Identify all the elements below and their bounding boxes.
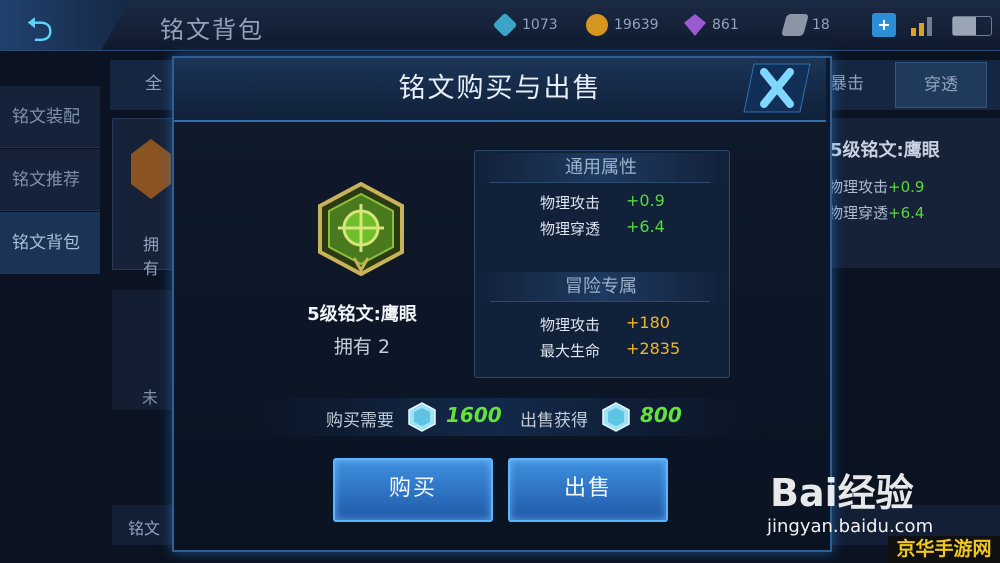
sidebar-item-rune-bag[interactable]: 铭文背包 [0, 212, 100, 274]
stat-name: 物理攻击 [540, 194, 601, 212]
baidu-watermark: Bai经验 [770, 471, 914, 515]
card-owned-label: 拥有 [143, 235, 160, 278]
rune-detail-panel: 5级铭文:鹰眼 物理攻击+0.9 物理穿透+6.4 [828, 118, 1000, 268]
ticket-counter: 18 [781, 12, 830, 38]
stat-value: +6.4 [626, 217, 665, 236]
add-resource-button[interactable]: + [872, 13, 896, 37]
watermark-url: jingyan.baidu.com [767, 516, 934, 537]
tab-crit[interactable]: 暴击 [830, 62, 864, 106]
ticket-count: 18 [812, 17, 830, 33]
crystal-icon [408, 402, 436, 432]
page-title: 铭文背包 [160, 16, 264, 44]
site-watermark: 京华手游网 [888, 536, 1000, 563]
signal-icon [911, 17, 932, 36]
gold-count: 19639 [614, 17, 659, 33]
detail-rune-name: 5级铭文:鹰眼 [830, 140, 940, 161]
tab-penetration[interactable]: 穿透 [895, 62, 987, 108]
crystal-icon [492, 12, 518, 38]
stat-value: +2835 [626, 339, 681, 358]
general-stats-heading: 通用属性 [476, 153, 726, 183]
gold-counter: 19639 [586, 12, 659, 38]
crystal-count: 1073 [522, 17, 558, 33]
stat-name: 最大生命 [540, 342, 601, 360]
stat-name: 物理攻击 [540, 316, 601, 334]
buy-price: 1600 [446, 403, 502, 427]
divider [490, 182, 710, 183]
diamond-count: 861 [712, 17, 739, 33]
stat-name: 物理穿透 [540, 220, 601, 238]
tab-all[interactable]: 全 [145, 62, 162, 106]
rune-emblem-icon [318, 182, 404, 276]
detail-stat-name: 物理穿透 [828, 204, 889, 222]
rune-thumbnail-icon [131, 139, 171, 199]
owned-count: 拥有 2 [333, 336, 391, 358]
stat-value: +180 [626, 313, 670, 332]
rune-card-locked[interactable]: 未 [112, 290, 172, 410]
buy-cost-label: 购买需要 [326, 411, 394, 431]
adventure-stats-heading: 冒险专属 [476, 272, 726, 302]
bottom-label: 铭文 [128, 519, 161, 538]
crystal-icon [602, 402, 630, 432]
diamond-counter: 861 [684, 12, 739, 38]
back-arrow-icon: ⮌ [26, 10, 54, 50]
buy-button[interactable]: 购买 [333, 458, 493, 522]
ticket-icon [781, 14, 809, 36]
sell-button[interactable]: 出售 [508, 458, 668, 522]
battery-icon [952, 16, 992, 36]
stat-value: +0.9 [626, 191, 665, 210]
sidebar-item-rune-recommend[interactable]: 铭文推荐 [0, 149, 100, 211]
rune-card[interactable]: 拥有 [112, 118, 174, 278]
gold-coin-icon [586, 14, 608, 36]
detail-stat-name: 物理攻击 [828, 178, 889, 196]
rune-name: 5级铭文:鹰眼 [307, 304, 417, 325]
close-button[interactable] [742, 60, 812, 116]
sell-price: 800 [640, 403, 682, 427]
divider [490, 301, 710, 302]
sell-gain-label: 出售获得 [520, 411, 588, 431]
stats-panel [474, 150, 730, 378]
dialog-title: 铭文购买与出售 [398, 73, 602, 104]
crystal-counter: 1073 [492, 12, 558, 38]
detail-stat-value: +0.9 [888, 178, 925, 196]
sidebar-item-rune-assembly[interactable]: 铭文装配 [0, 86, 100, 148]
card-unowned-label: 未 [142, 388, 159, 407]
diamond-icon [684, 14, 706, 36]
detail-stat-value: +6.4 [888, 204, 925, 222]
